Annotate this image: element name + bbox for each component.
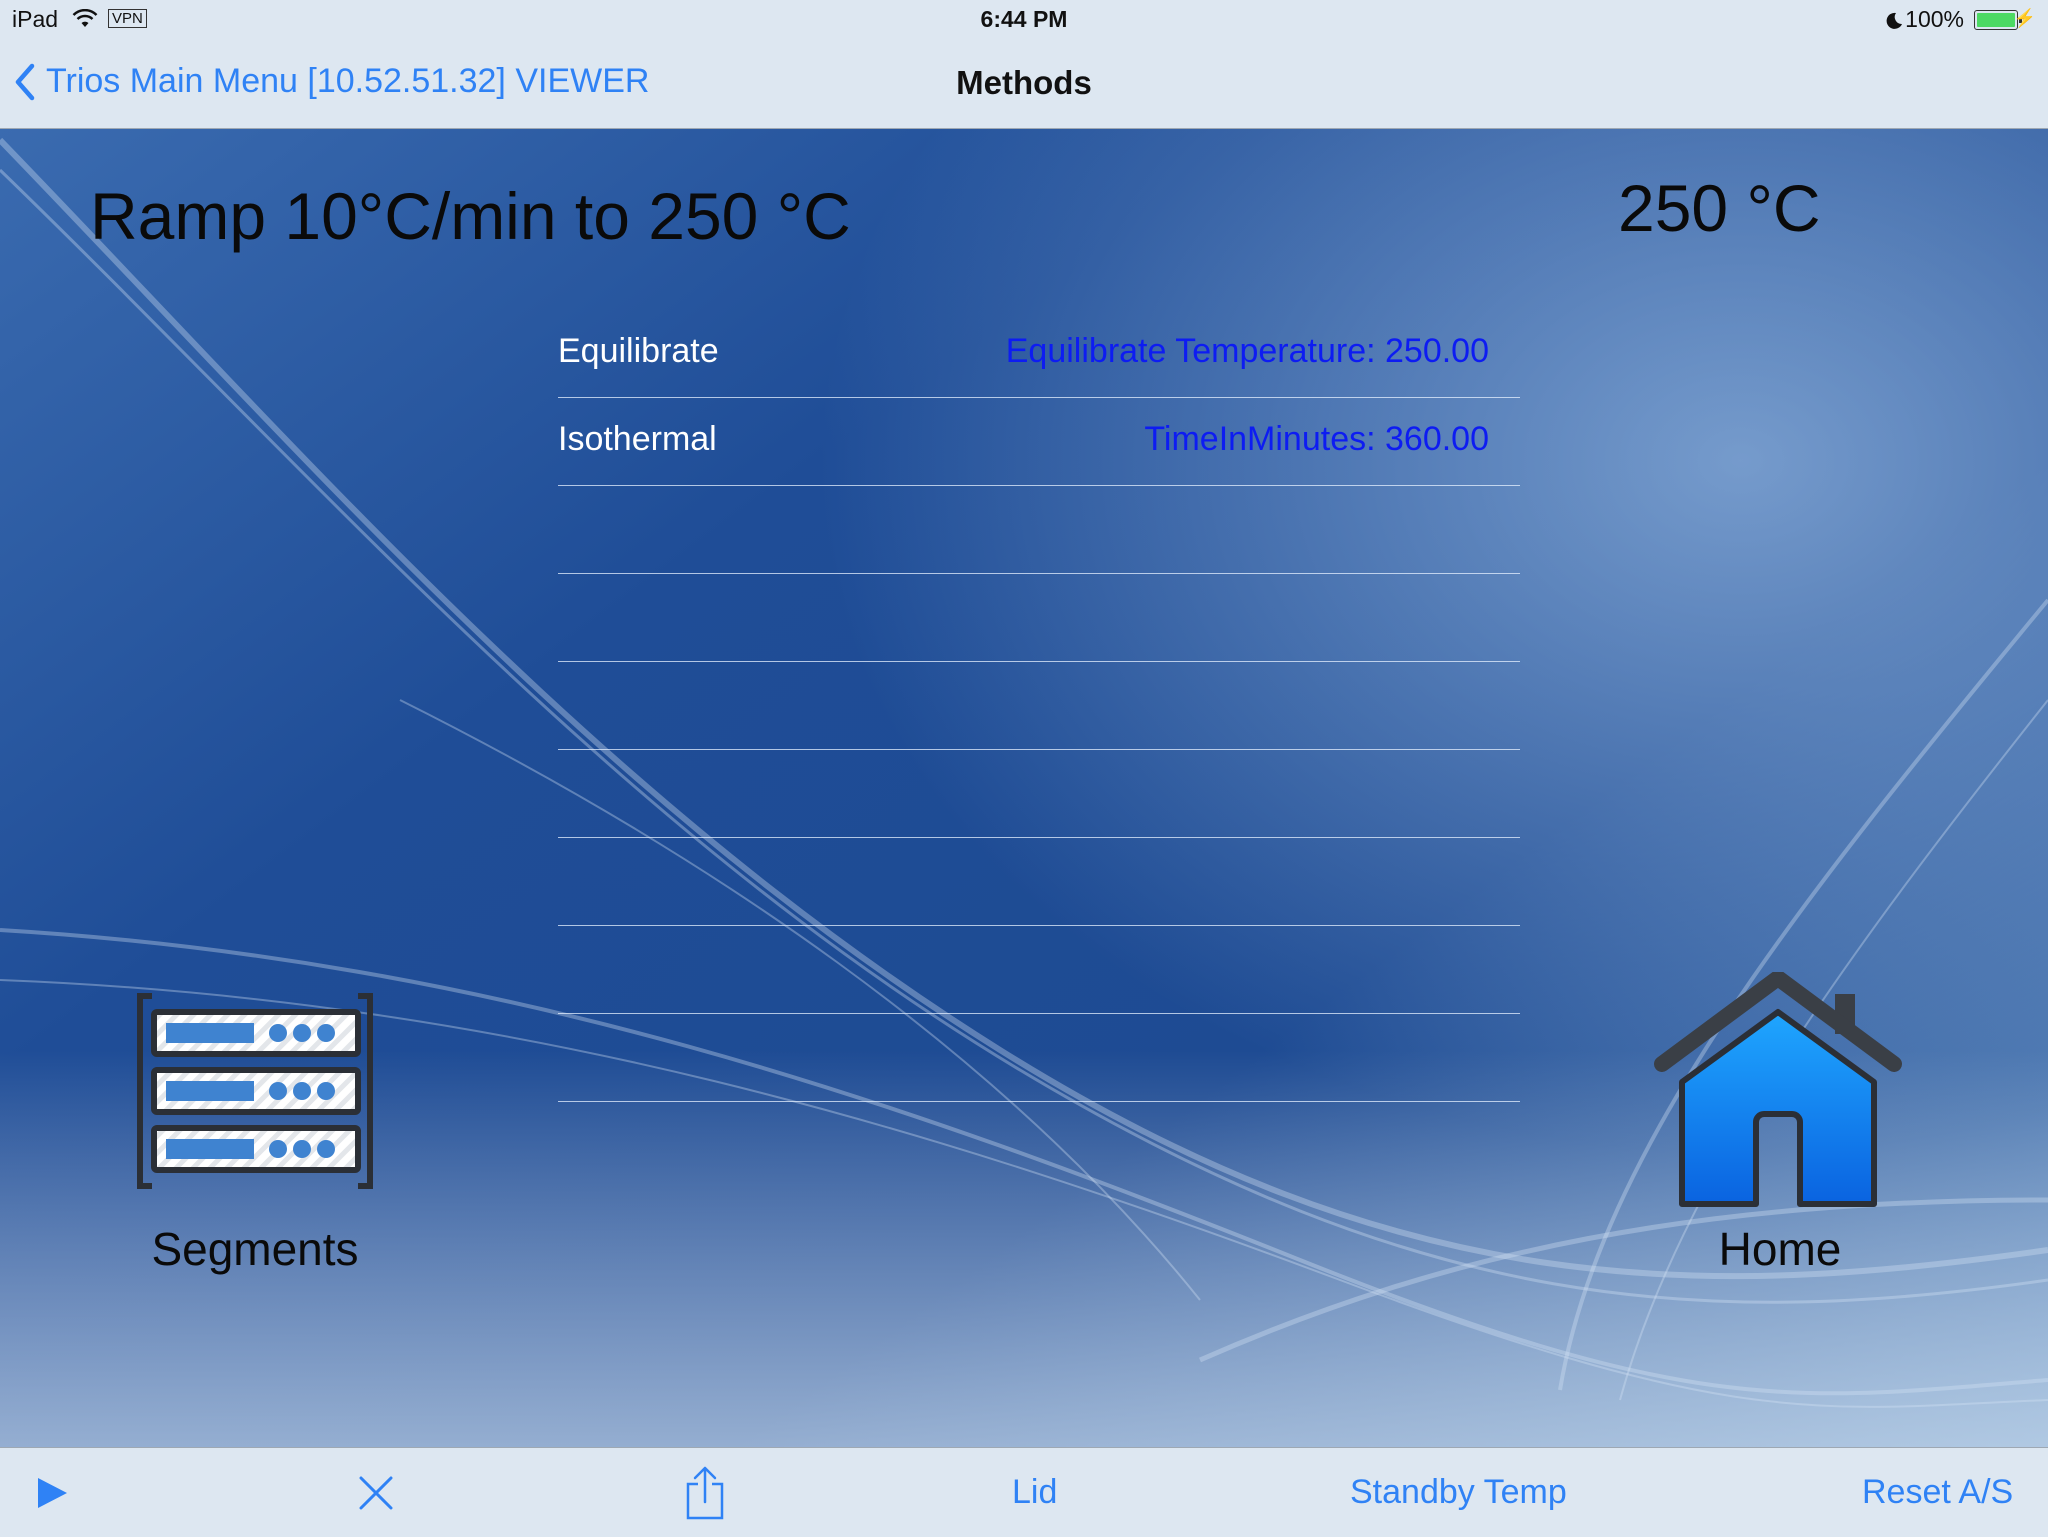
reset-as-button[interactable]: Reset A/S — [1862, 1448, 2013, 1537]
share-button[interactable] — [684, 1448, 726, 1537]
method-row-empty[interactable] — [558, 1014, 1520, 1102]
method-row[interactable]: Equilibrate Equilibrate Temperature: 250… — [558, 310, 1520, 398]
method-step-name: Equilibrate — [558, 332, 719, 370]
play-icon — [38, 1477, 67, 1508]
method-row-empty[interactable] — [558, 750, 1520, 838]
home-button[interactable]: Home — [1650, 970, 1910, 1282]
segments-button[interactable]: Segments — [130, 990, 380, 1280]
segment-title: Ramp 10°C/min to 250 °C — [90, 179, 851, 253]
page-title: Methods — [956, 64, 1092, 101]
home-icon — [1654, 970, 1902, 1207]
method-row-empty[interactable] — [558, 574, 1520, 662]
method-step-name: Isothermal — [558, 420, 717, 458]
bottom-toolbar: Lid Standby Temp Reset A/S — [0, 1447, 2048, 1537]
play-button[interactable] — [34, 1448, 70, 1537]
charging-bolt-icon: ⚡ — [2013, 8, 2036, 28]
standby-temp-button[interactable]: Standby Temp — [1350, 1448, 1567, 1537]
server-rack-icon — [137, 993, 373, 1189]
home-label: Home — [1718, 1223, 1842, 1275]
method-row-empty[interactable] — [558, 486, 1520, 574]
moon-icon — [1885, 9, 1903, 36]
temperature-readout: 250 °C — [1618, 171, 1821, 245]
method-step-value: TimeInMinutes: 360.00 — [1144, 420, 1489, 458]
share-icon — [686, 1466, 724, 1519]
battery-percent: 100% — [1905, 6, 1964, 32]
method-row[interactable]: Isothermal TimeInMinutes: 360.00 — [558, 398, 1520, 486]
method-row-empty[interactable] — [558, 926, 1520, 1014]
method-step-value: Equilibrate Temperature: 250.00 — [1005, 332, 1489, 370]
stop-button[interactable] — [356, 1448, 396, 1537]
status-time: 6:44 PM — [980, 6, 1068, 32]
close-icon — [359, 1476, 393, 1509]
navigation-bar: iPad VPN 6:44 PM 100% ⚡ Trios Main Menu … — [0, 0, 2048, 129]
method-row-empty[interactable] — [558, 838, 1520, 926]
segments-label: Segments — [151, 1223, 359, 1275]
battery-icon — [1974, 10, 2022, 30]
method-list: Equilibrate Equilibrate Temperature: 250… — [558, 310, 1520, 1102]
method-row-empty[interactable] — [558, 662, 1520, 750]
lid-button[interactable]: Lid — [1012, 1448, 1057, 1537]
